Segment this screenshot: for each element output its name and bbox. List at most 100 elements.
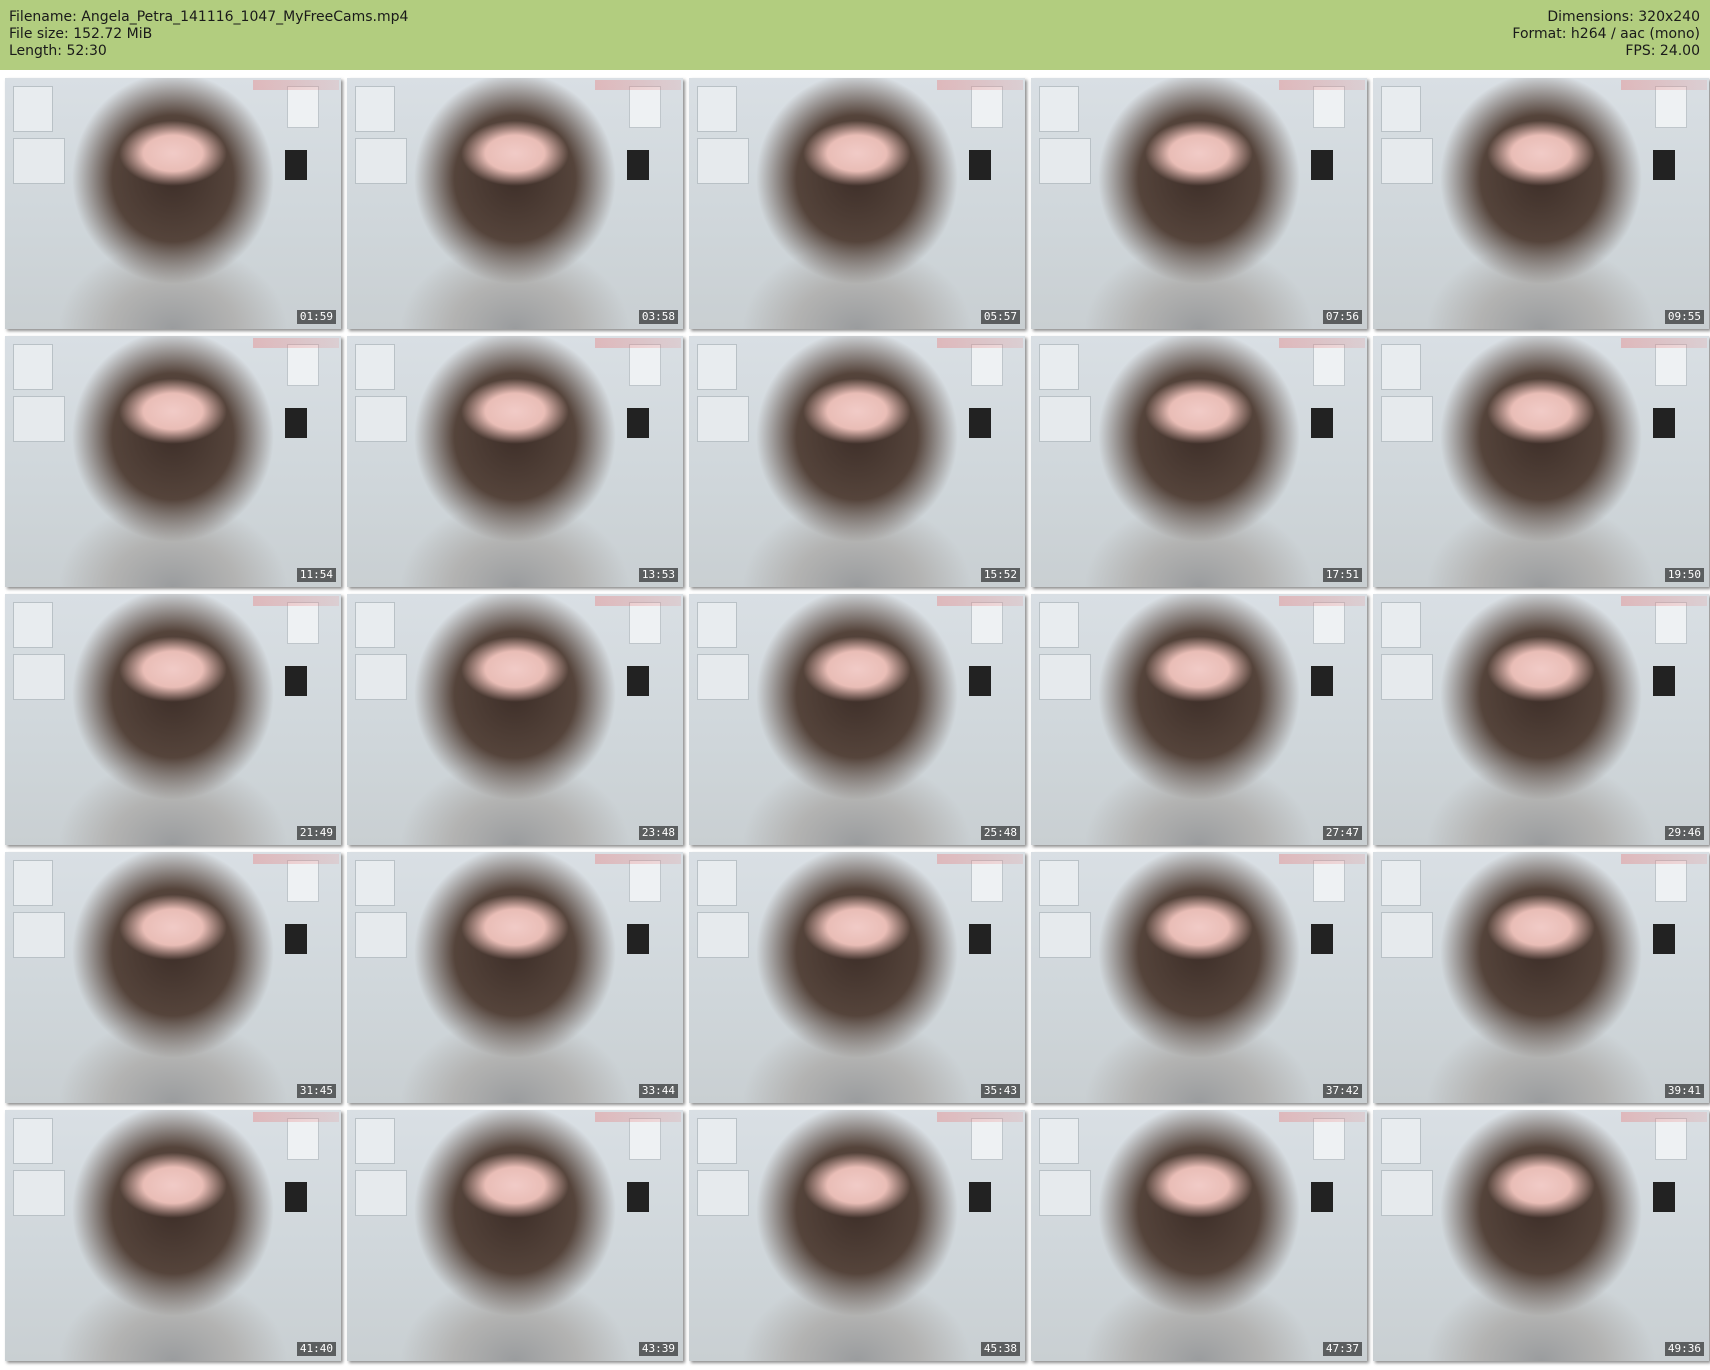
- frame-watermark: [1621, 338, 1707, 348]
- frame-poster-c: [287, 860, 319, 902]
- thumbnail-timestamp: 41:40: [296, 1342, 336, 1356]
- frame-poster-b: [13, 138, 65, 184]
- frame-card-black: [1653, 666, 1675, 696]
- frame-watermark: [937, 854, 1023, 864]
- frame-poster-a: [1039, 86, 1079, 132]
- video-thumbnail: 11:54: [5, 336, 341, 587]
- frame-poster-a: [355, 860, 395, 906]
- frame-card-black: [1311, 150, 1333, 180]
- dimensions-line: Dimensions: 320x240: [1547, 9, 1700, 25]
- frame-poster-b: [13, 654, 65, 700]
- frame-watermark: [595, 1112, 681, 1122]
- frame-poster-a: [13, 344, 53, 390]
- frame-poster-a: [1381, 1118, 1421, 1164]
- frame-poster-b: [697, 654, 749, 700]
- frame-poster-a: [1039, 1118, 1079, 1164]
- frame-poster-b: [697, 396, 749, 442]
- frame-poster-c: [629, 86, 661, 128]
- thumbnail-timestamp: 43:39: [638, 1342, 678, 1356]
- thumbnail-timestamp: 23:48: [638, 826, 678, 840]
- thumbnail-timestamp: 13:53: [638, 568, 678, 582]
- metadata-right: Dimensions: 320x240 Format: h264 / aac (…: [1512, 9, 1700, 60]
- frame-card-black: [1653, 150, 1675, 180]
- frame-poster-a: [355, 344, 395, 390]
- frame-watermark: [937, 596, 1023, 606]
- frame-poster-b: [355, 138, 407, 184]
- frame-card-black: [285, 150, 307, 180]
- thumbnail-timestamp: 49:36: [1664, 1342, 1704, 1356]
- frame-watermark: [253, 1112, 339, 1122]
- frame-poster-a: [1039, 860, 1079, 906]
- frame-poster-a: [1039, 602, 1079, 648]
- metadata-header: Filename: Angela_Petra_141116_1047_MyFre…: [0, 0, 1710, 70]
- thumbnail-timestamp: 27:47: [1322, 826, 1362, 840]
- frame-watermark: [937, 80, 1023, 90]
- frame-poster-c: [629, 1118, 661, 1160]
- frame-card-black: [969, 408, 991, 438]
- frame-card-black: [627, 924, 649, 954]
- video-thumbnail: 49:36: [1373, 1110, 1709, 1361]
- frame-poster-b: [1039, 912, 1091, 958]
- frame-poster-b: [355, 912, 407, 958]
- frame-poster-a: [1381, 860, 1421, 906]
- frame-poster-c: [971, 1118, 1003, 1160]
- frame-poster-c: [287, 1118, 319, 1160]
- video-thumbnail: 21:49: [5, 594, 341, 845]
- frame-poster-b: [13, 912, 65, 958]
- frame-card-black: [627, 408, 649, 438]
- frame-poster-a: [13, 860, 53, 906]
- frame-card-black: [969, 924, 991, 954]
- frame-card-black: [969, 150, 991, 180]
- frame-card-black: [1653, 924, 1675, 954]
- video-thumbnail: 29:46: [1373, 594, 1709, 845]
- thumbnail-timestamp: 25:48: [980, 826, 1020, 840]
- thumbnail-timestamp: 17:51: [1322, 568, 1362, 582]
- frame-watermark: [1279, 338, 1365, 348]
- frame-watermark: [1621, 80, 1707, 90]
- frame-poster-b: [355, 396, 407, 442]
- thumbnail-timestamp: 33:44: [638, 1084, 678, 1098]
- thumbnail-timestamp: 09:55: [1664, 310, 1704, 324]
- frame-poster-b: [1381, 396, 1433, 442]
- frame-poster-c: [971, 602, 1003, 644]
- thumbnail-timestamp: 39:41: [1664, 1084, 1704, 1098]
- thumbnail-timestamp: 19:50: [1664, 568, 1704, 582]
- frame-card-black: [969, 1182, 991, 1212]
- frame-poster-b: [355, 1170, 407, 1216]
- frame-poster-c: [629, 344, 661, 386]
- thumbnail-timestamp: 21:49: [296, 826, 336, 840]
- frame-watermark: [253, 854, 339, 864]
- thumbnail-timestamp: 05:57: [980, 310, 1020, 324]
- frame-poster-b: [13, 396, 65, 442]
- filesize-line: File size: 152.72 MiB: [9, 26, 153, 42]
- format-line: Format: h264 / aac (mono): [1512, 26, 1700, 42]
- frame-poster-c: [1655, 860, 1687, 902]
- frame-poster-a: [13, 1118, 53, 1164]
- frame-card-black: [1653, 408, 1675, 438]
- frame-poster-c: [287, 602, 319, 644]
- video-thumbnail: 05:57: [689, 78, 1025, 329]
- frame-card-black: [627, 1182, 649, 1212]
- frame-watermark: [253, 80, 339, 90]
- frame-poster-a: [697, 344, 737, 390]
- frame-poster-b: [1381, 654, 1433, 700]
- frame-poster-b: [1381, 912, 1433, 958]
- frame-watermark: [1279, 854, 1365, 864]
- video-thumbnail: 31:45: [5, 852, 341, 1103]
- filename-line: Filename: Angela_Petra_141116_1047_MyFre…: [9, 9, 409, 25]
- thumbnail-timestamp: 03:58: [638, 310, 678, 324]
- frame-poster-b: [1039, 138, 1091, 184]
- frame-poster-a: [355, 602, 395, 648]
- frame-card-black: [1653, 1182, 1675, 1212]
- video-thumbnail: 37:42: [1031, 852, 1367, 1103]
- frame-poster-a: [1381, 344, 1421, 390]
- frame-poster-b: [697, 912, 749, 958]
- frame-poster-c: [629, 860, 661, 902]
- frame-poster-c: [1655, 86, 1687, 128]
- frame-poster-b: [1381, 138, 1433, 184]
- frame-poster-a: [355, 1118, 395, 1164]
- frame-watermark: [1621, 596, 1707, 606]
- thumbnail-timestamp: 37:42: [1322, 1084, 1362, 1098]
- frame-poster-c: [971, 860, 1003, 902]
- frame-poster-c: [1655, 602, 1687, 644]
